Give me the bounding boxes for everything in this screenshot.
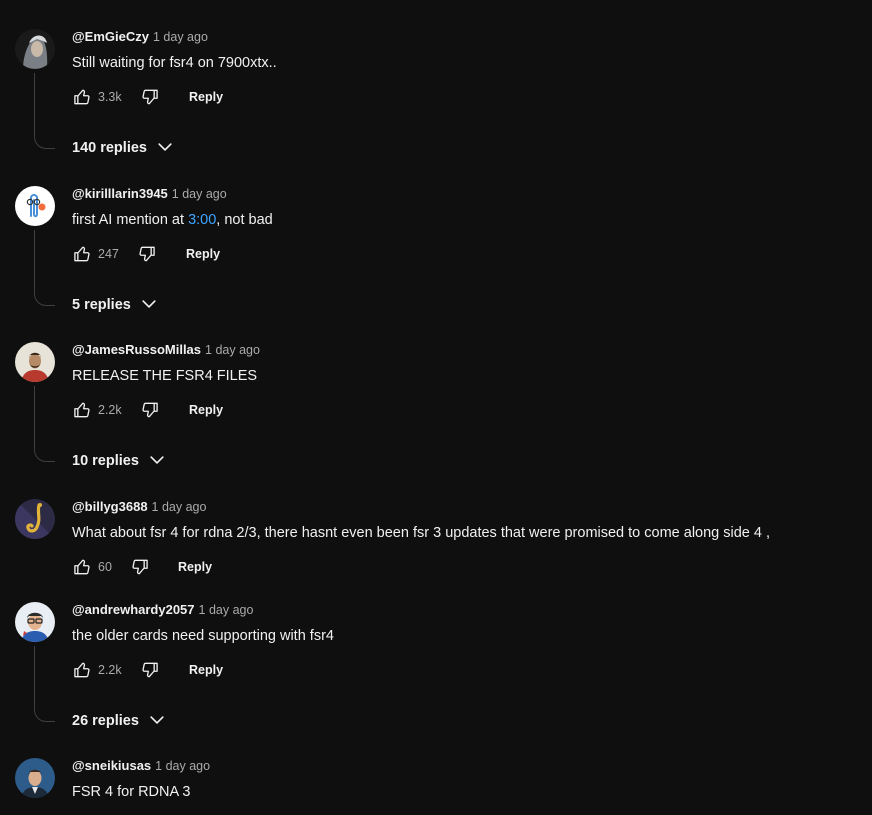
comment-time[interactable]: 1 day ago (205, 343, 260, 357)
comment-time[interactable]: 1 day ago (199, 603, 254, 617)
thread-line (34, 73, 55, 149)
author-name[interactable]: @JamesRussoMillas (72, 342, 201, 357)
avatar[interactable] (15, 499, 55, 539)
replies-toggle[interactable]: 5 replies (72, 293, 159, 317)
reply-button[interactable]: Reply (186, 242, 220, 266)
comment-time[interactable]: 1 day ago (155, 759, 210, 773)
replies-toggle[interactable]: 140 replies (72, 136, 175, 160)
comment-time[interactable]: 1 day ago (153, 30, 208, 44)
like-count: 3.3k (98, 90, 122, 104)
thread-line (34, 386, 55, 462)
thumbs-up-icon[interactable] (72, 87, 92, 107)
comment-text: FSR 4 for RDNA 3 (72, 784, 191, 800)
reply-button[interactable]: Reply (189, 658, 223, 682)
replies-count: 5 replies (72, 297, 131, 313)
comment-actions: 247 Reply (72, 242, 372, 266)
reply-button[interactable]: Reply (189, 398, 223, 422)
comment-actions: 60 Reply (72, 555, 372, 579)
chevron-down-icon (147, 450, 167, 470)
comment-text: the older cards need supporting with fsr… (72, 628, 334, 644)
reply-button[interactable]: Reply (189, 85, 223, 109)
avatar[interactable] (15, 602, 55, 642)
thumbs-down-icon[interactable] (140, 400, 160, 420)
author-name[interactable]: @sneikiusas (72, 758, 151, 773)
replies-toggle[interactable]: 26 replies (72, 709, 167, 733)
thumbs-up-icon[interactable] (72, 244, 92, 264)
comment-actions: 2.2k Reply (72, 658, 372, 682)
thread-line (34, 646, 55, 722)
author-name[interactable]: @kirilllarin3945 (72, 186, 168, 201)
author-name[interactable]: @andrewhardy2057 (72, 602, 195, 617)
like-count: 247 (98, 247, 119, 261)
thumbs-up-icon[interactable] (72, 400, 92, 420)
chevron-down-icon (147, 710, 167, 730)
thread-line (34, 230, 55, 306)
comment-time[interactable]: 1 day ago (172, 187, 227, 201)
reply-button[interactable]: Reply (178, 555, 212, 579)
thumbs-up-icon[interactable] (72, 660, 92, 680)
comment-text: What about fsr 4 for rdna 2/3, there has… (72, 525, 771, 541)
comment-text: Still waiting for fsr4 on 7900xtx.. (72, 55, 277, 71)
thumbs-down-icon[interactable] (130, 557, 150, 577)
avatar[interactable] (15, 342, 55, 382)
comment-actions: 3.3k Reply (72, 85, 372, 109)
thumbs-down-icon[interactable] (140, 660, 160, 680)
comment-text: RELEASE THE FSR4 FILES (72, 368, 258, 384)
thumbs-down-icon[interactable] (140, 87, 160, 107)
replies-toggle[interactable]: 10 replies (72, 449, 167, 473)
avatar[interactable] (15, 758, 55, 798)
thumbs-down-icon[interactable] (137, 244, 157, 264)
chevron-down-icon (139, 294, 159, 314)
comment-actions: 2.2k Reply (72, 398, 372, 422)
like-count: 2.2k (98, 663, 122, 677)
replies-count: 140 replies (72, 140, 147, 156)
author-name[interactable]: @billyg3688 (72, 499, 148, 514)
comment-text-part: , not bad (216, 212, 273, 228)
thumbs-up-icon[interactable] (72, 557, 92, 577)
like-count: 60 (98, 560, 112, 574)
comment-time[interactable]: 1 day ago (152, 500, 207, 514)
comment-text: first AI mention at 3:00, not bad (72, 210, 273, 230)
replies-count: 10 replies (72, 453, 139, 469)
comment-text-part: first AI mention at (72, 212, 189, 228)
like-count: 2.2k (98, 403, 122, 417)
author-name[interactable]: @EmGieCzy (72, 29, 149, 44)
avatar[interactable] (15, 29, 55, 69)
replies-count: 26 replies (72, 713, 139, 729)
timestamp-link[interactable]: 3:00 (188, 212, 216, 228)
avatar[interactable] (15, 186, 55, 226)
chevron-down-icon (155, 137, 175, 157)
